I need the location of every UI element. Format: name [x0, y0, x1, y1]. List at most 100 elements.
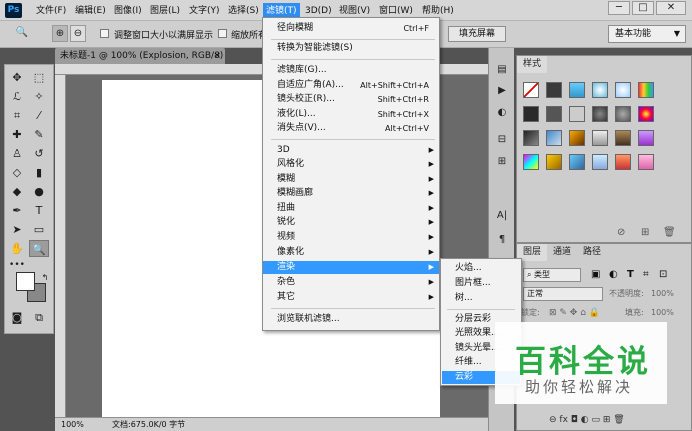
history-panel-icon[interactable]: ▤ [494, 62, 510, 77]
close-icon[interactable]: × [213, 48, 221, 64]
zoom-tool-preset-icon[interactable]: 🔍 [14, 25, 30, 42]
zoom-in-icon[interactable]: ⊕ [52, 25, 68, 42]
style-preset-swatch[interactable] [592, 82, 608, 98]
zoom-tool-icon[interactable]: 🔍 [29, 240, 49, 257]
lasso-tool-icon[interactable]: ℒ [7, 88, 27, 105]
style-preset-swatch[interactable] [592, 106, 608, 122]
close-window-button[interactable]: ✕ [656, 1, 686, 15]
maximize-button[interactable]: □ [632, 1, 654, 15]
menu-item-noise[interactable]: 杂色 ▶ [263, 276, 439, 289]
swap-colors-icon[interactable]: ↰ [35, 269, 55, 286]
style-preset-swatch[interactable] [546, 130, 562, 146]
eraser-tool-icon[interactable]: ◇ [7, 164, 27, 181]
menu-item-render[interactable]: 渲染 ▶ [263, 261, 439, 274]
zoom-level[interactable]: 100% [61, 418, 84, 431]
menu-3d[interactable]: 3D(D) [302, 4, 335, 18]
menu-item-blur[interactable]: 模糊 ▶ [263, 173, 439, 186]
magic-wand-icon[interactable]: ✧ [29, 88, 49, 105]
style-preset-swatch[interactable] [615, 130, 631, 146]
style-preset-swatch[interactable] [569, 106, 585, 122]
eyedropper-icon[interactable]: ⁄ [29, 107, 49, 124]
submenu-item-picture-frame[interactable]: 图片框... [442, 277, 520, 290]
style-preset-swatch[interactable] [615, 106, 631, 122]
crop-tool-icon[interactable]: ⌗ [7, 107, 27, 124]
menu-item-video[interactable]: 视频 ▶ [263, 231, 439, 244]
style-preset-swatch[interactable] [615, 154, 631, 170]
no-style-icon[interactable]: ⊘ [617, 227, 625, 238]
quick-mask-icon[interactable]: ◙ [7, 309, 27, 326]
menu-item-browse-online[interactable]: 浏览联机滤镜... [263, 313, 439, 326]
menu-item-3d[interactable]: 3D ▶ [263, 144, 439, 157]
menu-select[interactable]: 选择(S) [225, 4, 262, 18]
style-preset-swatch[interactable] [523, 82, 539, 98]
path-selection-icon[interactable]: ➤ [7, 221, 27, 238]
pen-tool-icon[interactable]: ✒ [7, 202, 27, 219]
menu-item-distort[interactable]: 扭曲 ▶ [263, 202, 439, 215]
minimize-button[interactable]: ─ [608, 1, 630, 15]
style-preset-swatch[interactable] [569, 130, 585, 146]
menu-item-adaptive-wide-angle[interactable]: 自适应广角(A)... Alt+Shift+Ctrl+A [263, 79, 439, 92]
style-preset-swatch[interactable] [546, 82, 562, 98]
foreground-color-swatch[interactable] [16, 272, 35, 291]
document-tab[interactable]: 未标题-1 @ 100% (Explosion, RGB/8) * × [55, 48, 225, 77]
adjustments-panel-icon[interactable]: ◐ [494, 105, 510, 120]
move-tool-icon[interactable]: ✥ [7, 69, 27, 86]
style-preset-swatch[interactable] [569, 82, 585, 98]
lock-pixels-icon[interactable]: ⊠ ✎ ✥ ⌂ 🔒 [549, 305, 600, 321]
style-preset-swatch[interactable] [523, 154, 539, 170]
menu-edit[interactable]: 编辑(E) [72, 4, 109, 18]
menu-item-pixelate[interactable]: 像素化 ▶ [263, 246, 439, 259]
libraries-panel-icon[interactable]: ⊞ [494, 154, 510, 169]
submenu-item-flame[interactable]: 火焰... [442, 262, 520, 275]
style-preset-swatch[interactable] [546, 106, 562, 122]
clone-stamp-icon[interactable]: ♙ [7, 145, 27, 162]
type-tool-icon[interactable]: T [29, 202, 49, 219]
paragraph-panel-icon[interactable]: ¶ [494, 232, 510, 247]
hand-tool-icon[interactable]: ✋ [7, 240, 27, 257]
tab-styles[interactable]: 样式 [517, 56, 548, 73]
style-preset-swatch[interactable] [523, 130, 539, 146]
properties-panel-icon[interactable]: ⊟ [494, 132, 510, 147]
filter-shape-icon[interactable]: ⌗ [643, 267, 649, 283]
healing-brush-icon[interactable]: ✚ [7, 126, 27, 143]
style-preset-swatch[interactable] [592, 130, 608, 146]
dodge-tool-icon[interactable]: ● [29, 183, 49, 200]
character-panel-icon[interactable]: A| [494, 208, 510, 223]
filter-pixel-icon[interactable]: ▣ [591, 267, 600, 283]
opacity-value[interactable]: 100% [651, 286, 674, 302]
style-preset-swatch[interactable] [546, 154, 562, 170]
submenu-item-tree[interactable]: 树... [442, 292, 520, 305]
gradient-tool-icon[interactable]: ▮ [29, 164, 49, 181]
zoom-all-windows-checkbox[interactable] [218, 29, 227, 38]
layer-kind-select[interactable]: ⌕ 类型 [523, 268, 581, 282]
style-preset-swatch[interactable] [638, 130, 654, 146]
resize-windows-checkbox[interactable] [100, 29, 109, 38]
style-preset-swatch[interactable] [569, 154, 585, 170]
menu-layer[interactable]: 图层(L) [147, 4, 183, 18]
menu-window[interactable]: 窗口(W) [376, 4, 416, 18]
zoom-out-icon[interactable]: ⊖ [70, 25, 86, 42]
menu-view[interactable]: 视图(V) [336, 4, 373, 18]
menu-type[interactable]: 文字(Y) [186, 4, 223, 18]
style-preset-swatch[interactable] [615, 82, 631, 98]
menu-item-sharpen[interactable]: 锐化 ▶ [263, 216, 439, 229]
menu-item-convert-smart[interactable]: 转换为智能滤镜(S) [263, 42, 439, 55]
menu-item-lens-correction[interactable]: 镜头校正(R)... Shift+Ctrl+R [263, 93, 439, 106]
workspace-select[interactable]: 基本功能 ▼ [608, 25, 686, 43]
blur-tool-icon[interactable]: ◆ [7, 183, 27, 200]
filter-adjust-icon[interactable]: ◐ [609, 267, 618, 283]
actions-panel-icon[interactable]: ▶ [494, 83, 510, 98]
style-preset-swatch[interactable] [638, 154, 654, 170]
trash-icon[interactable]: 🗑 [663, 227, 676, 238]
style-preset-swatch[interactable] [523, 106, 539, 122]
menu-image[interactable]: 图像(I) [111, 4, 145, 18]
marquee-tool-icon[interactable]: ⬚ [29, 69, 49, 86]
filter-smart-icon[interactable]: ⊡ [659, 267, 667, 283]
style-preset-swatch[interactable] [592, 154, 608, 170]
menu-item-last-filter[interactable]: 径向模糊 Ctrl+F [263, 22, 439, 35]
new-style-icon[interactable]: ⊞ [641, 227, 649, 238]
menu-file[interactable]: 文件(F) [33, 4, 69, 18]
tab-paths[interactable]: 路径 [577, 244, 607, 261]
tab-channels[interactable]: 通道 [547, 244, 577, 261]
blend-mode-select[interactable]: 正常 [523, 287, 603, 301]
